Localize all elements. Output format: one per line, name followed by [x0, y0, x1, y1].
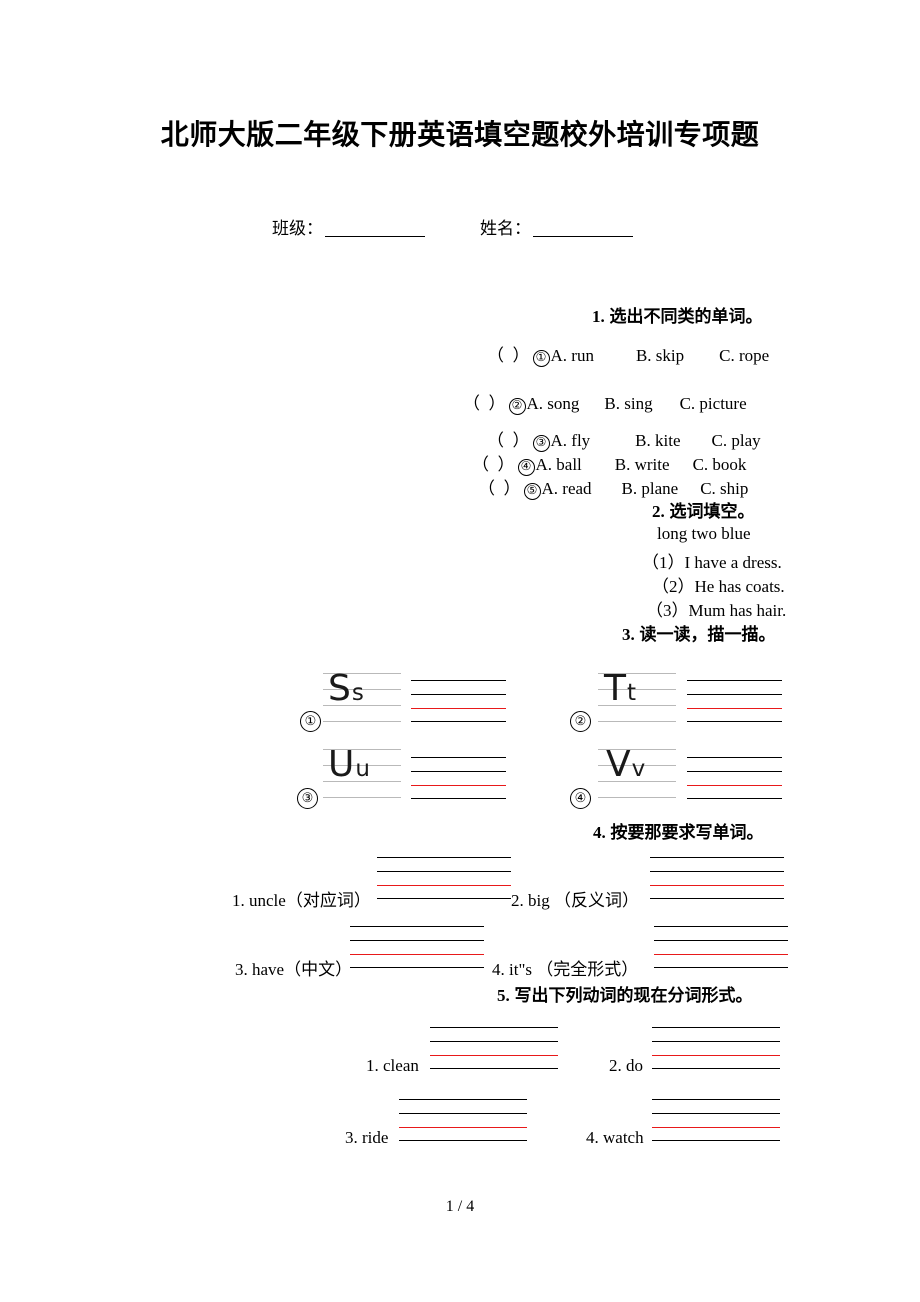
section-1-number: 1. [592, 307, 605, 326]
option-a-5[interactable]: A. read [542, 479, 592, 499]
answer-bracket-4[interactable]: （ ） [472, 455, 515, 474]
model-capital-1: S [328, 668, 352, 709]
option-c-4[interactable]: C. book [693, 455, 747, 475]
section-3-number: 3. [622, 625, 635, 644]
handwriting-model-letters-2: Tt [604, 668, 637, 709]
handwriting-index-3: ③ [297, 788, 318, 809]
option-a-3[interactable]: A. fly [551, 431, 591, 451]
word-label-s4-4: 4. it"s （完全形式） [492, 960, 639, 979]
question-row-2: （ ） ② A. song B. sing C. picture [463, 389, 747, 415]
class-field: 班级： [272, 214, 425, 239]
page-number: 1 / 4 [445, 1198, 475, 1215]
answer-bracket-3[interactable]: （ ） [487, 431, 530, 450]
model-lowercase-2: t [627, 680, 638, 706]
section-4-number: 4. [593, 823, 606, 842]
handwriting-practice-stave-3[interactable] [411, 757, 506, 799]
option-b-2[interactable]: B. sing [604, 394, 652, 414]
section-5-number: 5. [497, 986, 510, 1005]
handwriting-model-letters-1: Ss [328, 668, 365, 709]
question-row-3: （ ） ③ A. fly B. kite C. play [487, 426, 761, 452]
question-index-2: ② [508, 398, 526, 415]
model-lowercase-4: v [631, 756, 647, 782]
section-2-number: 2. [652, 502, 665, 521]
handwriting-model-letters-4: Vv [606, 744, 646, 785]
section-1-heading: 1. 选出不同类的单词。 [592, 302, 762, 327]
section-4-text: 按要那要求写单词。 [610, 823, 764, 842]
handwriting-index-2: ② [570, 711, 591, 732]
class-blank[interactable] [325, 236, 425, 237]
answer-stave-s5-2[interactable] [652, 1027, 780, 1069]
word-bank: long two blue [657, 524, 751, 543]
answer-stave-s5-3[interactable] [399, 1099, 527, 1141]
word-label-s5-1: 1. clean [366, 1056, 419, 1075]
option-b-3[interactable]: B. kite [635, 431, 680, 451]
handwriting-practice-stave-2[interactable] [687, 680, 782, 722]
section-5-heading: 5. 写出下列动词的现在分词形式。 [497, 981, 752, 1006]
section-3-heading: 3. 读一读，描一描。 [622, 620, 775, 645]
model-capital-3: U [328, 744, 356, 785]
word-label-s4-3: 3. have（中文） [235, 960, 353, 979]
word-label-s5-2: 2. do [609, 1056, 643, 1075]
section-1-text: 选出不同类的单词。 [609, 307, 763, 326]
option-b-4[interactable]: B. write [615, 455, 670, 475]
handwriting-index-4: ④ [570, 788, 591, 809]
worksheet-page: 北师大版二年级下册英语填空题校外培训专项题 班级： 姓名： 1. 选出不同类的单… [0, 0, 920, 1302]
page-title: 北师大版二年级下册英语填空题校外培训专项题 [160, 119, 760, 150]
fill-sentence-1[interactable]: （1）I have a dress. [642, 548, 782, 573]
answer-stave-s4-4[interactable] [654, 926, 788, 968]
section-2-text: 选词填空。 [669, 502, 755, 521]
question-row-4: （ ） ④ A. ball B. write C. book [472, 450, 746, 476]
handwriting-model-letters-3: Uu [328, 744, 371, 785]
word-label-s4-2: 2. big （反义词） [511, 891, 639, 910]
answer-bracket-5[interactable]: （ ） [478, 479, 521, 498]
fill-sentence-3[interactable]: （3）Mum has hair. [646, 596, 786, 621]
answer-bracket-1[interactable]: （ ） [487, 346, 530, 365]
question-index-5: ⑤ [523, 483, 541, 500]
word-label-s5-3: 3. ride [345, 1128, 389, 1147]
answer-stave-s4-3[interactable] [350, 926, 484, 968]
option-c-5[interactable]: C. ship [700, 479, 748, 499]
option-c-1[interactable]: C. rope [719, 346, 769, 366]
answer-stave-s5-1[interactable] [430, 1027, 558, 1069]
word-label-s4-1: 1. uncle（对应词） [232, 891, 371, 910]
name-field: 姓名： [480, 214, 633, 239]
option-b-1[interactable]: B. skip [636, 346, 684, 366]
section-5-text: 写出下列动词的现在分词形式。 [514, 986, 753, 1005]
section-3-text: 读一读，描一描。 [639, 625, 776, 644]
class-label: 班级： [272, 219, 323, 238]
name-label: 姓名： [480, 219, 531, 238]
model-capital-2: T [604, 668, 627, 709]
option-c-3[interactable]: C. play [712, 431, 761, 451]
question-row-1: （ ） ① A. run B. skip C. rope [487, 341, 769, 367]
section-2-heading: 2. 选词填空。 [652, 497, 754, 522]
option-b-5[interactable]: B. plane [622, 479, 679, 499]
handwriting-index-1: ① [300, 711, 321, 732]
word-label-s5-4: 4. watch [586, 1128, 644, 1147]
question-index-1: ① [532, 350, 550, 367]
answer-stave-s5-4[interactable] [652, 1099, 780, 1141]
answer-bracket-2[interactable]: （ ） [463, 394, 506, 413]
model-lowercase-1: s [351, 680, 365, 706]
option-c-2[interactable]: C. picture [680, 394, 747, 414]
answer-stave-s4-2[interactable] [650, 857, 784, 899]
model-lowercase-3: u [355, 756, 371, 782]
option-a-4[interactable]: A. ball [536, 455, 582, 475]
handwriting-practice-stave-4[interactable] [687, 757, 782, 799]
handwriting-practice-stave-1[interactable] [411, 680, 506, 722]
answer-stave-s4-1[interactable] [377, 857, 511, 899]
fill-sentence-2[interactable]: （2）He has coats. [652, 572, 785, 597]
name-blank[interactable] [533, 236, 633, 237]
option-a-1[interactable]: A. run [551, 346, 594, 366]
section-4-heading: 4. 按要那要求写单词。 [593, 818, 763, 843]
model-capital-4: V [606, 744, 632, 785]
option-a-2[interactable]: A. song [527, 394, 580, 414]
